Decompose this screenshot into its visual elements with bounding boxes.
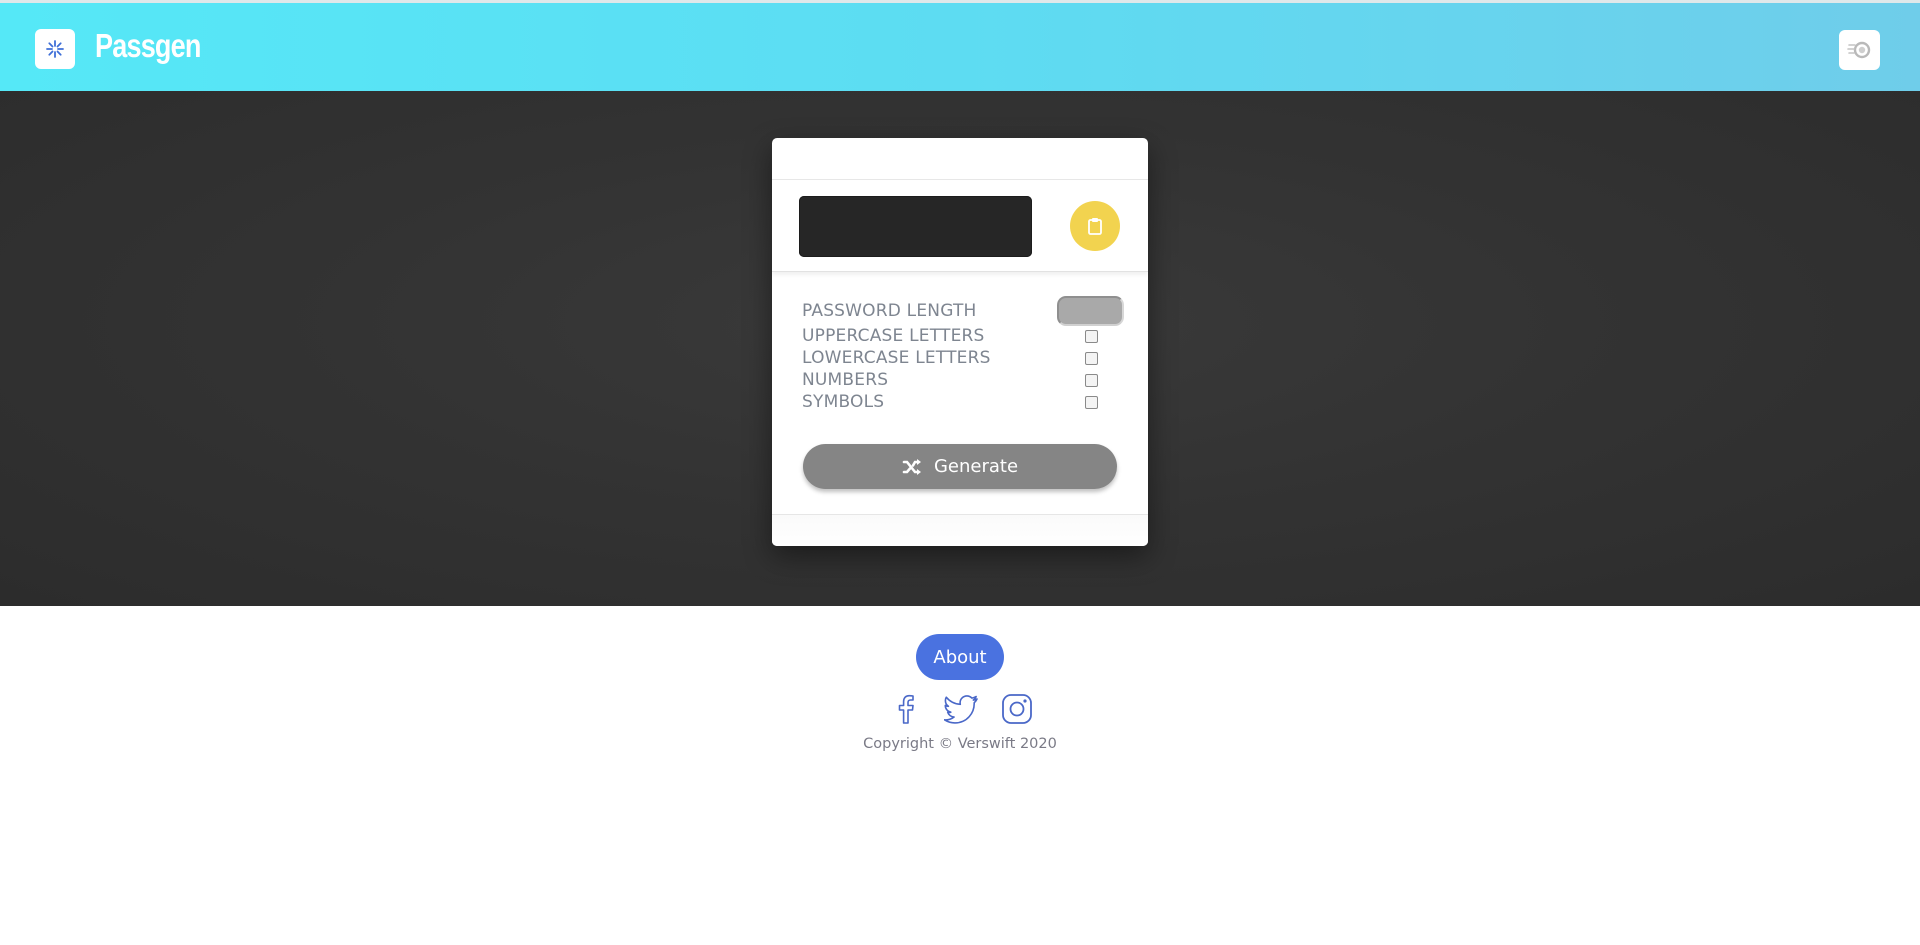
setting-label: UPPERCASE LETTERS	[802, 326, 985, 346]
about-button[interactable]: About	[916, 634, 1004, 680]
password-generator-card: PASSWORD LENGTH UPPERCASE LETTERS LOWERC…	[772, 138, 1148, 546]
theme-toggle-icon	[1846, 41, 1870, 59]
result-section	[772, 180, 1148, 272]
setting-symbols: SYMBOLS	[802, 391, 1122, 413]
lowercase-checkbox[interactable]	[1085, 352, 1098, 365]
card-footer	[772, 514, 1148, 546]
password-result-display[interactable]	[799, 196, 1032, 257]
setting-label: PASSWORD LENGTH	[802, 301, 977, 321]
app-title: Passgen	[95, 27, 201, 64]
generate-label: Generate	[933, 456, 1019, 477]
snowflake-icon[interactable]	[35, 29, 75, 69]
setting-label: SYMBOLS	[802, 392, 885, 412]
theme-toggle-button[interactable]	[1839, 30, 1880, 70]
page-footer: About Copyright © Verswift 2020	[0, 606, 1920, 945]
shuffle-icon	[902, 458, 921, 475]
setting-label: LOWERCASE LETTERS	[802, 348, 991, 368]
setting-password-length: PASSWORD LENGTH	[802, 296, 1124, 326]
uppercase-checkbox[interactable]	[1085, 330, 1098, 343]
numbers-checkbox[interactable]	[1085, 374, 1098, 387]
generator-stage: PASSWORD LENGTH UPPERCASE LETTERS LOWERC…	[0, 91, 1920, 606]
social-links	[888, 692, 1034, 726]
setting-lowercase: LOWERCASE LETTERS	[802, 347, 1122, 369]
facebook-icon[interactable]	[888, 692, 922, 726]
symbols-checkbox[interactable]	[1085, 396, 1098, 409]
card-header	[772, 138, 1148, 180]
settings-list: PASSWORD LENGTH UPPERCASE LETTERS LOWERC…	[802, 296, 1124, 413]
setting-uppercase: UPPERCASE LETTERS	[802, 325, 1122, 347]
copy-to-clipboard-button[interactable]	[1070, 201, 1120, 251]
twitter-icon[interactable]	[944, 692, 978, 726]
copyright-text: Copyright © Verswift 2020	[863, 736, 1057, 752]
instagram-icon[interactable]	[1000, 692, 1034, 726]
top-navbar: Passgen	[0, 0, 1920, 91]
setting-numbers: NUMBERS	[802, 369, 1122, 391]
clipboard-icon	[1088, 218, 1102, 235]
generate-button[interactable]: Generate	[803, 444, 1117, 489]
password-length-input[interactable]	[1057, 296, 1124, 326]
setting-label: NUMBERS	[802, 370, 889, 390]
